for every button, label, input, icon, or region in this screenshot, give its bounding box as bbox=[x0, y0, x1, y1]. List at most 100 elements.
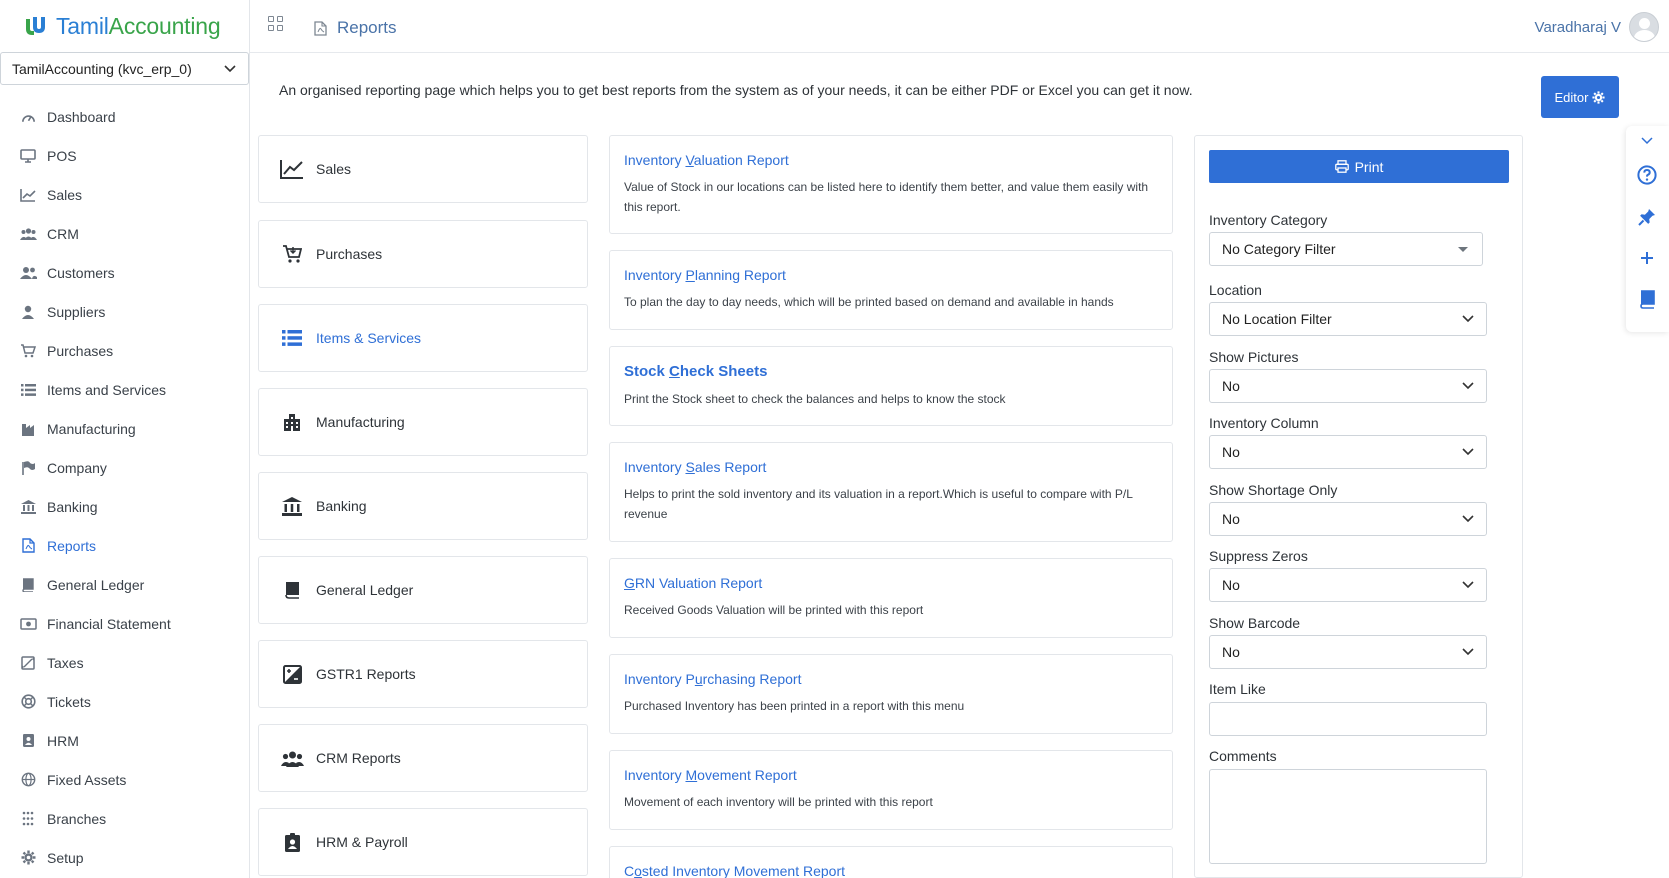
report-link-inventory-purchasing[interactable]: Inventory Purchasing Report bbox=[624, 671, 1158, 687]
user-name: Varadharaj V bbox=[1534, 18, 1621, 36]
sidebar-item-reports[interactable]: Reports bbox=[0, 526, 249, 565]
report-title-part: Stock bbox=[624, 363, 670, 380]
show-barcode-label: Show Barcode bbox=[1209, 615, 1301, 631]
editor-button[interactable]: Editor bbox=[1541, 76, 1619, 118]
sidebar-item-dashboard[interactable]: Dashboard bbox=[0, 97, 249, 136]
plus-icon[interactable] bbox=[1636, 247, 1658, 269]
sidebar-item-banking[interactable]: Banking bbox=[0, 487, 249, 526]
id-badge-icon bbox=[19, 733, 37, 749]
report-description: Print the Stock sheet to check the balan… bbox=[624, 392, 1006, 406]
sidebar-item-crm[interactable]: CRM bbox=[0, 214, 249, 253]
inventory-category-select[interactable]: No Category Filter bbox=[1209, 232, 1483, 266]
comments-label: Comments bbox=[1209, 748, 1277, 764]
report-link-inventory-movement[interactable]: Inventory Movement Report bbox=[624, 767, 1158, 783]
report-link-stock-check-sheets[interactable]: Stock Check Sheets bbox=[624, 363, 1158, 380]
category-label: Purchases bbox=[316, 246, 383, 262]
suppress-zeros-label: Suppress Zeros bbox=[1209, 548, 1308, 564]
comments-textarea[interactable] bbox=[1209, 769, 1487, 864]
sidebar-item-general-ledger[interactable]: General Ledger bbox=[0, 565, 249, 604]
sidebar-item-label: Financial Statement bbox=[47, 615, 171, 632]
category-sales[interactable]: Sales bbox=[258, 135, 588, 203]
gear-icon bbox=[1592, 90, 1606, 104]
sidebar-item-items-and-services[interactable]: Items and Services bbox=[0, 370, 249, 409]
sidebar-item-taxes[interactable]: Taxes bbox=[0, 643, 249, 682]
category-label: General Ledger bbox=[316, 582, 414, 598]
report-title-accesskey: u bbox=[694, 671, 703, 687]
lifebuoy-icon bbox=[19, 694, 37, 710]
collapse-chevron-icon[interactable] bbox=[1636, 130, 1658, 152]
report-title-accesskey: M bbox=[685, 767, 698, 783]
show-pictures-label: Show Pictures bbox=[1209, 349, 1299, 365]
user-icon bbox=[19, 304, 37, 320]
apps-grid-icon[interactable] bbox=[268, 16, 283, 31]
show-shortage-select[interactable]: No bbox=[1209, 502, 1487, 536]
category-general-ledger[interactable]: General Ledger bbox=[258, 556, 588, 624]
inventory-column-select[interactable]: No bbox=[1209, 435, 1487, 469]
report-card-inventory-purchasing: Inventory Purchasing Report Purchased In… bbox=[609, 654, 1173, 734]
logo[interactable]: TamilAccounting bbox=[0, 0, 249, 52]
category-items-services[interactable]: Items & Services bbox=[258, 304, 588, 372]
sidebar-item-purchases[interactable]: Purchases bbox=[0, 331, 249, 370]
item-like-input[interactable] bbox=[1209, 702, 1487, 736]
report-link-inventory-sales[interactable]: Inventory Sales Report bbox=[624, 459, 1158, 475]
report-card-inventory-sales: Inventory Sales Report Helps to print th… bbox=[609, 442, 1173, 542]
category-crm-reports[interactable]: CRM Reports bbox=[258, 724, 588, 792]
sidebar-item-company[interactable]: Company bbox=[0, 448, 249, 487]
sidebar-item-hrm[interactable]: HRM bbox=[0, 721, 249, 760]
sidebar-item-customers[interactable]: Customers bbox=[0, 253, 249, 292]
user-menu[interactable]: Varadharaj V bbox=[1535, 12, 1659, 42]
report-card-inventory-movement: Inventory Movement Report Movement of ea… bbox=[609, 750, 1173, 830]
app-root: TamilAccounting TamilAccounting (kvc_erp… bbox=[0, 0, 1669, 878]
report-title-part: Inventory bbox=[624, 767, 686, 783]
sidebar-item-label: Dashboard bbox=[47, 108, 116, 125]
show-pictures-select[interactable]: No bbox=[1209, 369, 1487, 403]
category-gstr1-reports[interactable]: GSTR1 Reports bbox=[258, 640, 588, 708]
page-description: An organised reporting page which helps … bbox=[279, 82, 1193, 98]
sidebar-item-suppliers[interactable]: Suppliers bbox=[0, 292, 249, 331]
report-card-costed-inventory-movement: Costed Inventory Movement Report bbox=[609, 846, 1173, 878]
report-title-part: heck Sheets bbox=[679, 363, 768, 380]
sidebar-item-pos[interactable]: POS bbox=[0, 136, 249, 175]
category-banking[interactable]: Banking bbox=[258, 472, 588, 540]
sidebar-item-setup[interactable]: Setup bbox=[0, 838, 249, 877]
chevron-down-icon bbox=[1462, 515, 1474, 523]
report-link-costed-inventory-movement[interactable]: Costed Inventory Movement Report bbox=[624, 863, 1158, 878]
location-select[interactable]: No Location Filter bbox=[1209, 302, 1487, 336]
report-description: To plan the day to day needs, which will… bbox=[624, 295, 1114, 309]
sidebar-item-branches[interactable]: Branches bbox=[0, 799, 249, 838]
category-manufacturing[interactable]: Manufacturing bbox=[258, 388, 588, 456]
report-link-inventory-planning[interactable]: Inventory Planning Report bbox=[624, 267, 1158, 283]
report-link-grn-valuation[interactable]: GRN Valuation Report bbox=[624, 575, 1158, 591]
help-icon[interactable] bbox=[1636, 164, 1658, 186]
sidebar-item-manufacturing[interactable]: Manufacturing bbox=[0, 409, 249, 448]
pin-icon[interactable] bbox=[1636, 206, 1658, 228]
chart-line-icon bbox=[19, 187, 37, 203]
suppress-zeros-select[interactable]: No bbox=[1209, 568, 1487, 602]
dashboard-icon bbox=[19, 109, 37, 125]
sidebar-item-financial-statement[interactable]: Financial Statement bbox=[0, 604, 249, 643]
category-label: Manufacturing bbox=[316, 414, 405, 430]
report-description: Helps to print the sold inventory and it… bbox=[624, 487, 1133, 521]
sidebar-item-label: Company bbox=[47, 459, 107, 476]
show-barcode-select[interactable]: No bbox=[1209, 635, 1487, 669]
category-purchases[interactable]: Purchases bbox=[258, 220, 588, 288]
book-icon[interactable] bbox=[1636, 288, 1658, 310]
id-badge-icon bbox=[280, 832, 304, 852]
book-icon bbox=[19, 577, 37, 593]
report-card-grn-valuation: GRN Valuation Report Received Goods Valu… bbox=[609, 558, 1173, 638]
report-title-part: ovement Report bbox=[697, 767, 797, 783]
report-title-accesskey: C bbox=[669, 363, 680, 380]
sidebar-item-label: Tickets bbox=[47, 693, 91, 710]
sidebar-item-tickets[interactable]: Tickets bbox=[0, 682, 249, 721]
sidebar-item-fixed-assets[interactable]: Fixed Assets bbox=[0, 760, 249, 799]
list-icon bbox=[19, 382, 37, 398]
sidebar-item-sales[interactable]: Sales bbox=[0, 175, 249, 214]
report-link-inventory-valuation[interactable]: Inventory Valuation Report bbox=[624, 152, 1158, 168]
category-hrm-payroll[interactable]: HRM & Payroll bbox=[258, 808, 588, 876]
sidebar-item-label: Fixed Assets bbox=[47, 771, 127, 788]
report-description: Movement of each inventory will be print… bbox=[624, 795, 933, 809]
print-button[interactable]: Print bbox=[1209, 150, 1509, 183]
inventory-category-label: Inventory Category bbox=[1209, 212, 1328, 228]
sidebar-item-label: Sales bbox=[47, 186, 83, 203]
company-select[interactable]: TamilAccounting (kvc_erp_0) bbox=[0, 52, 249, 85]
